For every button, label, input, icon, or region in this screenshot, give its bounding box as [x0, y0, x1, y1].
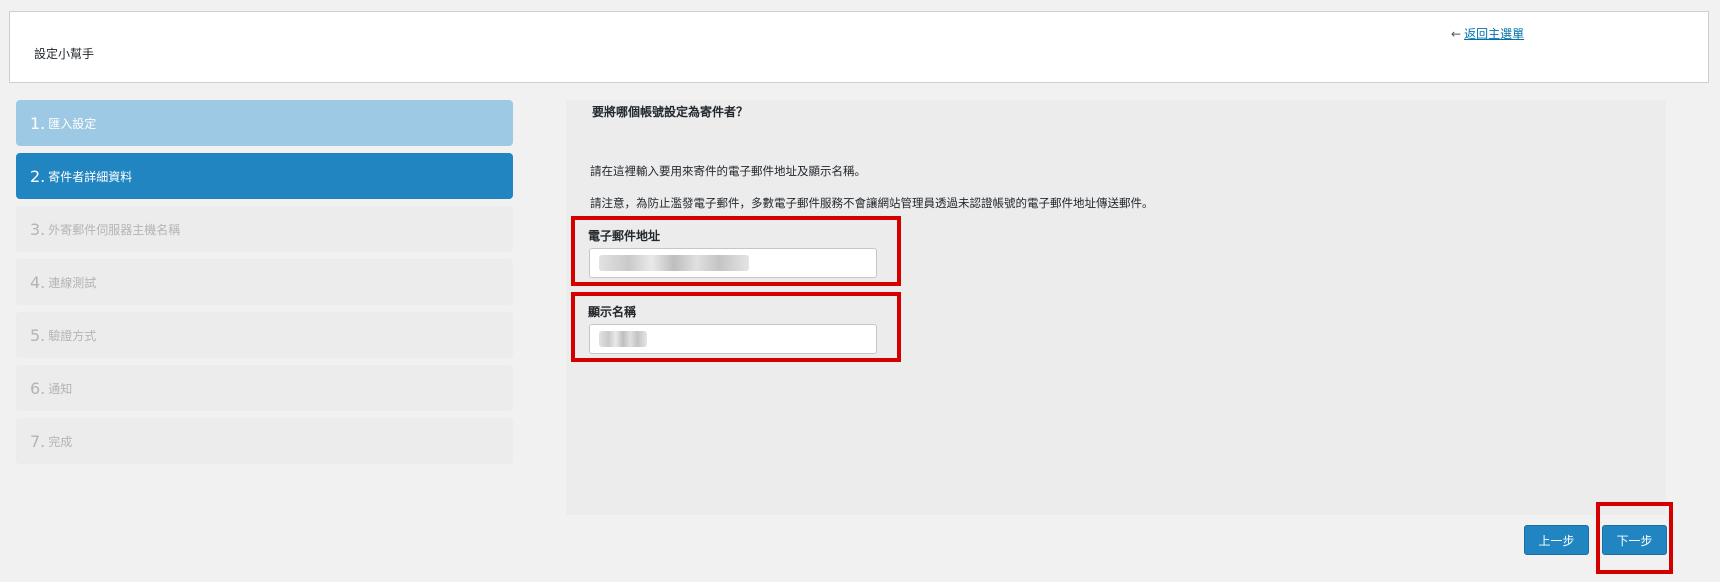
- step-number: 1.: [30, 113, 46, 133]
- header-bar: 設定小幫手 ← 返回主選單: [9, 11, 1709, 83]
- step-label: 連線測試: [48, 275, 97, 290]
- step-label: 完成: [48, 434, 73, 449]
- redacted-email-blur: [599, 255, 749, 271]
- email-label: 電子郵件地址: [588, 229, 661, 243]
- step-notifications[interactable]: 6. 通知: [16, 365, 513, 411]
- step-import-settings[interactable]: 1. 匯入設定: [16, 100, 513, 146]
- step-label: 匯入設定: [48, 116, 97, 131]
- step-label: 外寄郵件伺服器主機名稱: [48, 222, 181, 237]
- step-authentication[interactable]: 5. 驗證方式: [16, 312, 513, 358]
- section-question: 要將哪個帳號設定為寄件者？: [592, 105, 749, 119]
- step-number: 6.: [30, 378, 46, 398]
- redacted-name-blur: [599, 331, 647, 347]
- display-name-label: 顯示名稱: [588, 305, 637, 319]
- sender-details-panel: 要將哪個帳號設定為寄件者？ 請在這裡輸入要用來寄件的電子郵件地址及顯示名稱。 請…: [566, 100, 1666, 515]
- step-smtp-host[interactable]: 3. 外寄郵件伺服器主機名稱: [16, 206, 513, 252]
- step-sender-details[interactable]: 2. 寄件者詳細資料: [16, 153, 513, 199]
- step-connection-test[interactable]: 4. 連線測試: [16, 259, 513, 305]
- back-to-main-menu-link[interactable]: 返回主選單: [1464, 27, 1524, 41]
- left-arrow-icon: ←: [1451, 27, 1462, 41]
- step-number: 7.: [30, 431, 46, 451]
- wizard-steps: 1. 匯入設定 2. 寄件者詳細資料 3. 外寄郵件伺服器主機名稱 4. 連線測…: [16, 100, 513, 471]
- step-label: 寄件者詳細資料: [48, 169, 133, 184]
- display-name-field-group: 顯示名稱: [571, 292, 901, 362]
- step-label: 驗證方式: [48, 328, 97, 343]
- instruction-text: 請在這裡輸入要用來寄件的電子郵件地址及顯示名稱。: [590, 164, 866, 178]
- step-number: 4.: [30, 272, 46, 292]
- notice-text: 請注意，為防止濫發電子郵件，多數電子郵件服務不會讓網站管理員透過未認證帳號的電子…: [590, 196, 1154, 210]
- back-to-main-menu: ← 返回主選單: [1451, 25, 1524, 42]
- next-step-button[interactable]: 下一步: [1602, 525, 1667, 555]
- page-title: 設定小幫手: [34, 47, 95, 61]
- step-label: 通知: [48, 381, 73, 396]
- previous-step-button[interactable]: 上一步: [1524, 525, 1589, 555]
- step-number: 2.: [30, 166, 46, 186]
- email-field-group: 電子郵件地址: [571, 216, 901, 286]
- step-finish[interactable]: 7. 完成: [16, 418, 513, 464]
- step-number: 3.: [30, 219, 46, 239]
- step-number: 5.: [30, 325, 46, 345]
